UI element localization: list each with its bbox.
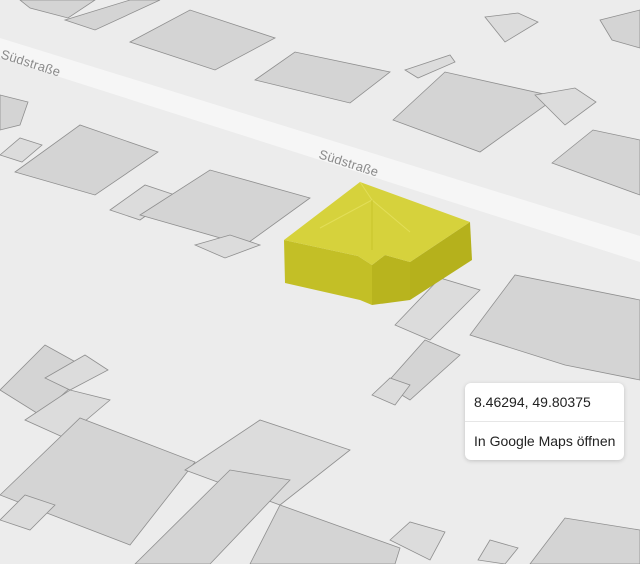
building [477, 539, 519, 564]
building [249, 504, 401, 564]
open-google-maps-link[interactable]: In Google Maps öffnen [465, 422, 624, 460]
highlighted-building-side [372, 255, 410, 305]
building [551, 129, 640, 196]
building [128, 9, 277, 71]
map-view[interactable]: Südstraße Südstraße 8.46294, 49.80375 In… [0, 0, 640, 564]
building [469, 274, 640, 381]
building [392, 71, 558, 153]
building [529, 517, 640, 564]
building [254, 51, 391, 104]
popup-coordinates: 8.46294, 49.80375 [465, 383, 624, 422]
building [14, 124, 159, 196]
building [0, 94, 29, 131]
coordinate-popup: 8.46294, 49.80375 In Google Maps öffnen [465, 383, 624, 460]
map-canvas[interactable]: Südstraße Südstraße [0, 0, 640, 564]
building [599, 9, 640, 49]
building [139, 169, 311, 246]
building [484, 12, 539, 43]
